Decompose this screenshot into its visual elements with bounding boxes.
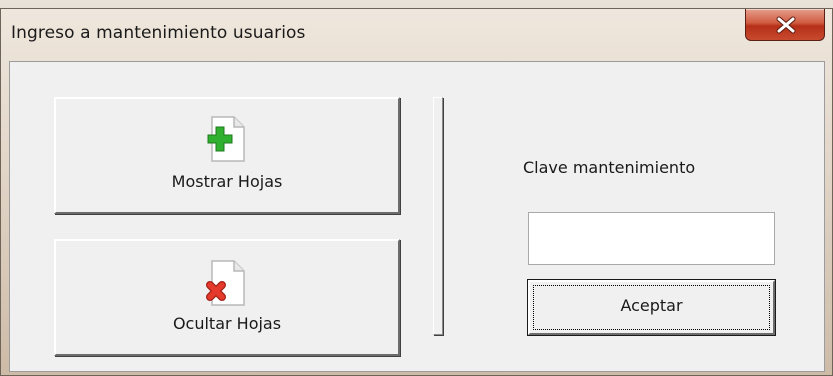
maintenance-key-input[interactable]: [528, 212, 775, 265]
hide-sheets-button[interactable]: Ocultar Hojas: [54, 239, 400, 356]
vertical-separator: [433, 97, 443, 335]
accept-label: Aceptar: [620, 296, 683, 315]
dialog-window: Ingreso a mantenimiento usuarios Mostrar…: [0, 8, 833, 376]
document-remove-icon: [206, 260, 245, 306]
accept-button[interactable]: Aceptar: [528, 280, 775, 335]
close-button[interactable]: [745, 9, 825, 41]
dialog-client-area: Mostrar Hojas Ocultar Hojas Clave manten…: [9, 61, 825, 372]
show-sheets-label: Mostrar Hojas: [171, 172, 283, 191]
show-sheets-button[interactable]: Mostrar Hojas: [54, 97, 400, 214]
hide-sheets-label: Ocultar Hojas: [172, 314, 282, 333]
close-x-icon: [776, 16, 796, 34]
window-title: Ingreso a mantenimiento usuarios: [11, 23, 306, 43]
title-bar[interactable]: Ingreso a mantenimiento usuarios: [1, 9, 833, 57]
maintenance-key-label: Clave mantenimiento: [523, 158, 696, 177]
document-add-icon: [207, 116, 245, 162]
